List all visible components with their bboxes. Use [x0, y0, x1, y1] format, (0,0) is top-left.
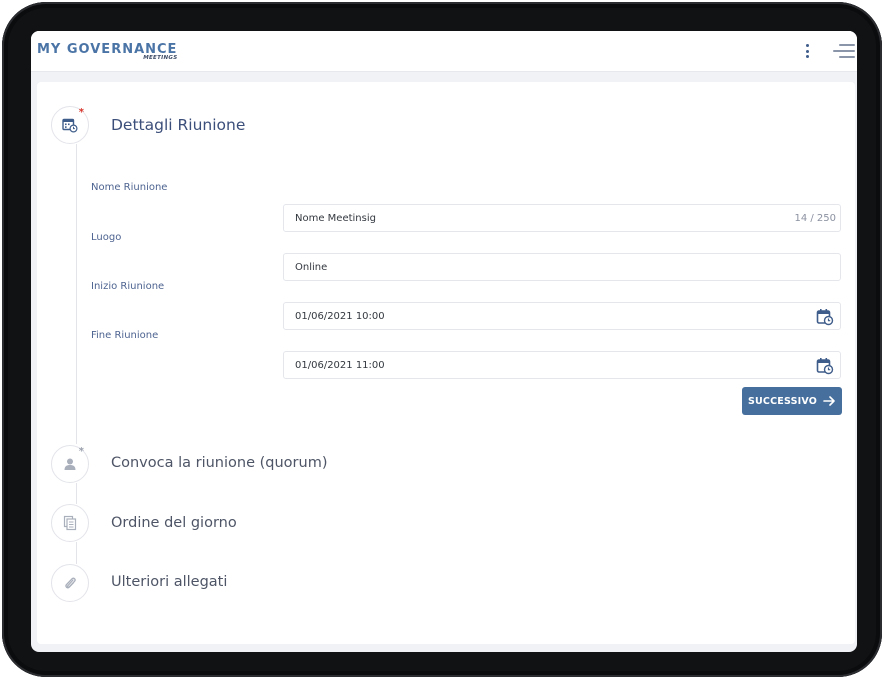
next-button-label: SUCCESSIVO — [747, 395, 818, 407]
user-icon — [64, 458, 76, 470]
meeting-name-label: Nome Riunione — [91, 182, 168, 193]
step-1-title[interactable]: Dettagli Riunione — [111, 116, 245, 134]
step-1-indicator[interactable]: * — [51, 106, 89, 144]
step-3-indicator[interactable] — [51, 504, 89, 542]
meeting-start-label: Inizio Riunione — [91, 281, 165, 292]
character-counter: 14 / 250 — [794, 213, 836, 224]
required-marker: * — [78, 446, 84, 457]
location-value: Online — [295, 262, 328, 273]
paperclip-icon — [65, 577, 76, 589]
meeting-end-value: 01/06/2021 11:00 — [295, 360, 385, 371]
top-bar: MY GOVERNANCE MEETINGS — [31, 31, 857, 72]
step-4-title[interactable]: Ulteriori allegati — [111, 574, 227, 590]
stepper-connector — [76, 542, 77, 564]
stepper-connector — [76, 144, 77, 444]
location-label: Luogo — [91, 232, 122, 243]
next-button[interactable]: SUCCESSIVO — [742, 387, 842, 415]
meeting-start-input[interactable]: 01/06/2021 10:00 — [283, 302, 841, 330]
kebab-vertical-icon[interactable] — [801, 41, 813, 61]
step-2-indicator[interactable]: * — [51, 445, 89, 483]
meeting-end-label: Fine Riunione — [91, 330, 159, 341]
tablet-frame: MY GOVERNANCE MEETINGS * Dettagli Riunio… — [2, 2, 882, 677]
arrow-right-icon — [823, 396, 835, 406]
calendar-clock-icon — [62, 118, 78, 133]
calendar-clock-icon[interactable] — [816, 357, 834, 375]
stepper-connector — [76, 483, 77, 504]
stepper-card: * Dettagli Riunione Nome Riunione Nome M… — [37, 82, 855, 644]
required-marker: * — [78, 107, 84, 118]
meeting-name-input[interactable]: Nome Meetinsig 14 / 250 — [283, 204, 841, 232]
document-list-icon — [63, 515, 77, 531]
step-2-title[interactable]: Convoca la riunione (quorum) — [111, 455, 327, 471]
meeting-start-value: 01/06/2021 10:00 — [295, 311, 385, 322]
hamburger-menu-icon[interactable] — [831, 41, 857, 61]
step-4-indicator[interactable] — [51, 564, 89, 602]
step-3-title[interactable]: Ordine del giorno — [111, 515, 237, 531]
meeting-name-value: Nome Meetinsig — [295, 213, 376, 224]
location-input[interactable]: Online — [283, 253, 841, 281]
app-logo[interactable]: MY GOVERNANCE MEETINGS — [37, 38, 177, 61]
app-screen: MY GOVERNANCE MEETINGS * Dettagli Riunio… — [31, 31, 857, 652]
meeting-end-input[interactable]: 01/06/2021 11:00 — [283, 351, 841, 379]
calendar-clock-icon[interactable] — [816, 308, 834, 326]
